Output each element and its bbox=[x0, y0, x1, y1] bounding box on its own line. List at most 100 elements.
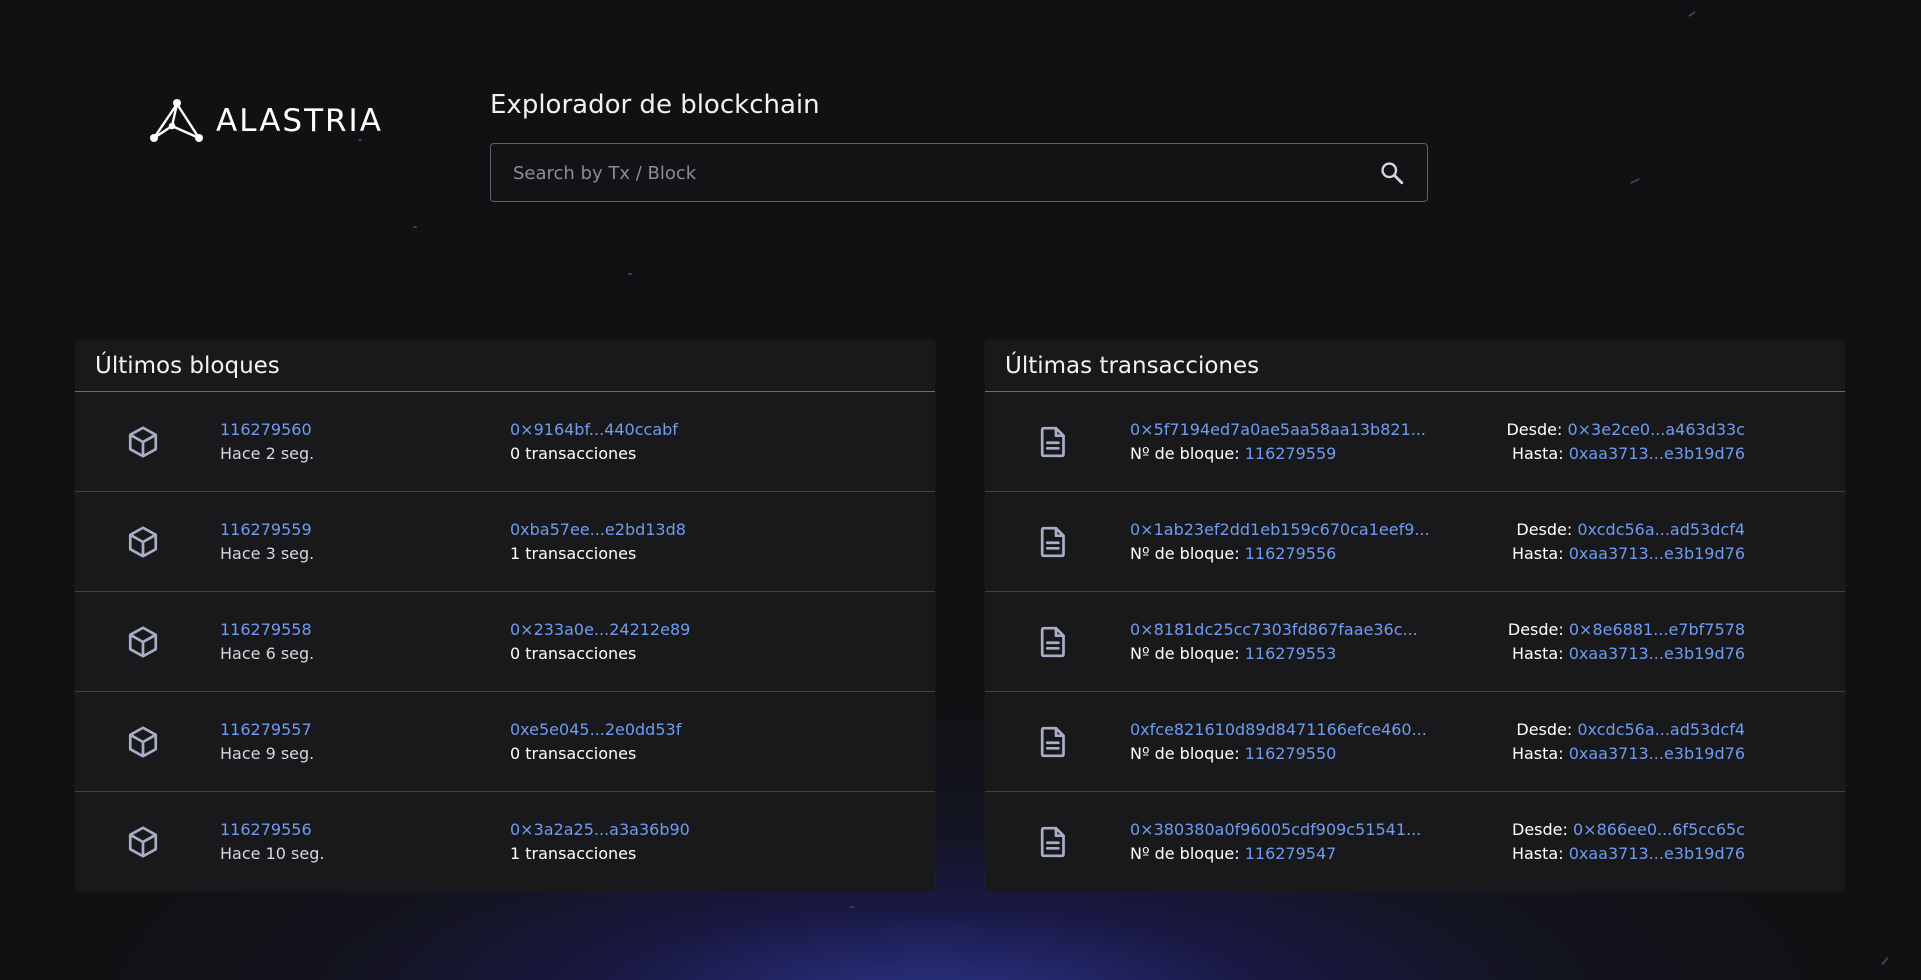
block-number-link[interactable]: 116279556 bbox=[220, 820, 312, 839]
block-age: Hace 2 seg. bbox=[220, 444, 315, 463]
transaction-row: 0xfce821610d89d8471166efce460... Nº de b… bbox=[985, 692, 1845, 792]
cube-icon bbox=[128, 626, 158, 658]
latest-transactions-title: Últimas transacciones bbox=[1005, 352, 1260, 379]
latest-blocks-panel: Últimos bloques 116279560 Hace 2 seg. 0×… bbox=[75, 340, 935, 892]
block-hash-col: 0xba57ee...e2bd13d8 1 transacciones bbox=[510, 518, 686, 566]
block-number-link[interactable]: 116279558 bbox=[220, 620, 312, 639]
tx-block-link[interactable]: 116279547 bbox=[1245, 844, 1337, 863]
cube-icon bbox=[128, 726, 158, 758]
block-number-label: Nº de bloque: bbox=[1130, 744, 1240, 763]
block-number-col: 116279558 Hace 6 seg. bbox=[220, 618, 314, 666]
search-box bbox=[490, 143, 1428, 203]
document-icon bbox=[1040, 726, 1065, 758]
tx-block-link[interactable]: 116279559 bbox=[1245, 444, 1337, 463]
tx-hash-link[interactable]: 0×5f7194ed7a0ae5aa58aa13b821... bbox=[1130, 420, 1426, 439]
tx-to-link[interactable]: 0xaa3713...e3b19d76 bbox=[1569, 844, 1745, 863]
transaction-row: 0×380380a0f96005cdf909c51541... Nº de bl… bbox=[985, 792, 1845, 892]
cube-icon bbox=[128, 826, 158, 858]
block-hash-link[interactable]: 0×3a2a25...a3a36b90 bbox=[510, 820, 690, 839]
from-label: Desde: bbox=[1507, 620, 1564, 639]
latest-transactions-panel: Últimas transacciones 0×5f7194ed7a0ae5aa… bbox=[985, 340, 1845, 892]
block-number-link[interactable]: 116279557 bbox=[220, 720, 312, 739]
latest-transactions-header: Últimas transacciones bbox=[985, 340, 1845, 392]
from-label: Desde: bbox=[1512, 820, 1568, 839]
background-speck bbox=[1881, 956, 1889, 966]
transaction-row: 0×8181dc25cc7303fd867faae36c... Nº de bl… bbox=[985, 592, 1845, 692]
tx-from-link[interactable]: 0×8e6881...e7bf7578 bbox=[1569, 620, 1745, 639]
tx-block-link[interactable]: 116279553 bbox=[1245, 644, 1337, 663]
background-speck bbox=[1688, 10, 1696, 18]
tx-from-link[interactable]: 0×866ee0...6f5cc65c bbox=[1573, 820, 1745, 839]
block-tx-count: 0 transacciones bbox=[510, 744, 637, 763]
tx-block-link[interactable]: 116279550 bbox=[1245, 744, 1337, 763]
block-hash-col: 0×3a2a25...a3a36b90 1 transacciones bbox=[510, 818, 690, 866]
to-label: Hasta: bbox=[1511, 644, 1564, 663]
document-icon bbox=[1040, 526, 1065, 558]
tx-addresses-col: Desde: 0xcdc56a...ad53dcf4 Hasta: 0xaa37… bbox=[1512, 718, 1745, 766]
page-title: Explorador de blockchain bbox=[490, 90, 820, 120]
tx-hash-link[interactable]: 0×1ab23ef2dd1eb159c670ca1eef9... bbox=[1130, 520, 1430, 539]
latest-blocks-title: Últimos bloques bbox=[95, 352, 280, 379]
from-label: Desde: bbox=[1516, 720, 1573, 739]
to-label: Hasta: bbox=[1511, 544, 1564, 563]
block-number-col: 116279559 Hace 3 seg. bbox=[220, 518, 314, 566]
block-number-label: Nº de bloque: bbox=[1130, 444, 1240, 463]
tx-hash-col: 0×8181dc25cc7303fd867faae36c... Nº de bl… bbox=[1130, 618, 1418, 666]
block-row: 116279557 Hace 9 seg. 0xe5e045...2e0dd53… bbox=[75, 692, 935, 792]
block-hash-link[interactable]: 0xe5e045...2e0dd53f bbox=[510, 720, 681, 739]
tx-from-link[interactable]: 0xcdc56a...ad53dcf4 bbox=[1577, 720, 1745, 739]
transaction-row: 0×1ab23ef2dd1eb159c670ca1eef9... Nº de b… bbox=[985, 492, 1845, 592]
document-icon bbox=[1040, 426, 1065, 458]
tx-hash-col: 0×1ab23ef2dd1eb159c670ca1eef9... Nº de b… bbox=[1130, 518, 1430, 566]
tx-to-link[interactable]: 0xaa3713...e3b19d76 bbox=[1569, 644, 1745, 663]
from-label: Desde: bbox=[1516, 520, 1573, 539]
tx-hash-col: 0xfce821610d89d8471166efce460... Nº de b… bbox=[1130, 718, 1427, 766]
tx-hash-col: 0×380380a0f96005cdf909c51541... Nº de bl… bbox=[1130, 818, 1421, 866]
block-row: 116279560 Hace 2 seg. 0×9164bf...440ccab… bbox=[75, 392, 935, 492]
tx-addresses-col: Desde: 0xcdc56a...ad53dcf4 Hasta: 0xaa37… bbox=[1512, 518, 1745, 566]
tx-addresses-col: Desde: 0×8e6881...e7bf7578 Hasta: 0xaa37… bbox=[1508, 618, 1745, 666]
search-input[interactable] bbox=[511, 144, 1375, 203]
block-number-label: Nº de bloque: bbox=[1130, 844, 1240, 863]
background-speck bbox=[1630, 177, 1640, 185]
block-number-label: Nº de bloque: bbox=[1130, 644, 1240, 663]
block-hash-link[interactable]: 0xba57ee...e2bd13d8 bbox=[510, 520, 686, 539]
block-row: 116279559 Hace 3 seg. 0xba57ee...e2bd13d… bbox=[75, 492, 935, 592]
tx-to-link[interactable]: 0xaa3713...e3b19d76 bbox=[1569, 444, 1745, 463]
block-row: 116279556 Hace 10 seg. 0×3a2a25...a3a36b… bbox=[75, 792, 935, 892]
block-hash-link[interactable]: 0×233a0e...24212e89 bbox=[510, 620, 690, 639]
search-icon[interactable] bbox=[1379, 160, 1405, 186]
tx-hash-link[interactable]: 0xfce821610d89d8471166efce460... bbox=[1130, 720, 1427, 739]
tx-hash-link[interactable]: 0×8181dc25cc7303fd867faae36c... bbox=[1130, 620, 1418, 639]
tx-hash-col: 0×5f7194ed7a0ae5aa58aa13b821... Nº de bl… bbox=[1130, 418, 1426, 466]
to-label: Hasta: bbox=[1511, 744, 1564, 763]
block-number-col: 116279557 Hace 9 seg. bbox=[220, 718, 314, 766]
block-number-col: 116279556 Hace 10 seg. bbox=[220, 818, 324, 866]
block-age: Hace 10 seg. bbox=[220, 844, 325, 863]
alastria-logo[interactable]: ALASTRIA bbox=[150, 98, 383, 144]
to-label: Hasta: bbox=[1511, 844, 1564, 863]
background-speck bbox=[850, 906, 854, 908]
block-tx-count: 0 transacciones bbox=[510, 644, 637, 663]
block-hash-col: 0xe5e045...2e0dd53f 0 transacciones bbox=[510, 718, 681, 766]
block-number-link[interactable]: 116279559 bbox=[220, 520, 312, 539]
block-hash-col: 0×9164bf...440ccabf 0 transacciones bbox=[510, 418, 678, 466]
block-hash-link[interactable]: 0×9164bf...440ccabf bbox=[510, 420, 678, 439]
tx-from-link[interactable]: 0xcdc56a...ad53dcf4 bbox=[1577, 520, 1745, 539]
block-number-col: 116279560 Hace 2 seg. bbox=[220, 418, 314, 466]
tx-hash-link[interactable]: 0×380380a0f96005cdf909c51541... bbox=[1130, 820, 1421, 839]
tx-from-link[interactable]: 0×3e2ce0...a463d33c bbox=[1567, 420, 1745, 439]
block-row: 116279558 Hace 6 seg. 0×233a0e...24212e8… bbox=[75, 592, 935, 692]
tx-to-link[interactable]: 0xaa3713...e3b19d76 bbox=[1569, 744, 1745, 763]
block-hash-col: 0×233a0e...24212e89 0 transacciones bbox=[510, 618, 690, 666]
block-number-link[interactable]: 116279560 bbox=[220, 420, 312, 439]
tx-to-link[interactable]: 0xaa3713...e3b19d76 bbox=[1569, 544, 1745, 563]
transaction-row: 0×5f7194ed7a0ae5aa58aa13b821... Nº de bl… bbox=[985, 392, 1845, 492]
background-speck bbox=[413, 226, 417, 228]
document-icon bbox=[1040, 826, 1065, 858]
from-label: Desde: bbox=[1506, 420, 1563, 439]
tx-block-link[interactable]: 116279556 bbox=[1245, 544, 1337, 563]
block-tx-count: 1 transacciones bbox=[510, 544, 637, 563]
block-age: Hace 6 seg. bbox=[220, 644, 315, 663]
to-label: Hasta: bbox=[1511, 444, 1564, 463]
